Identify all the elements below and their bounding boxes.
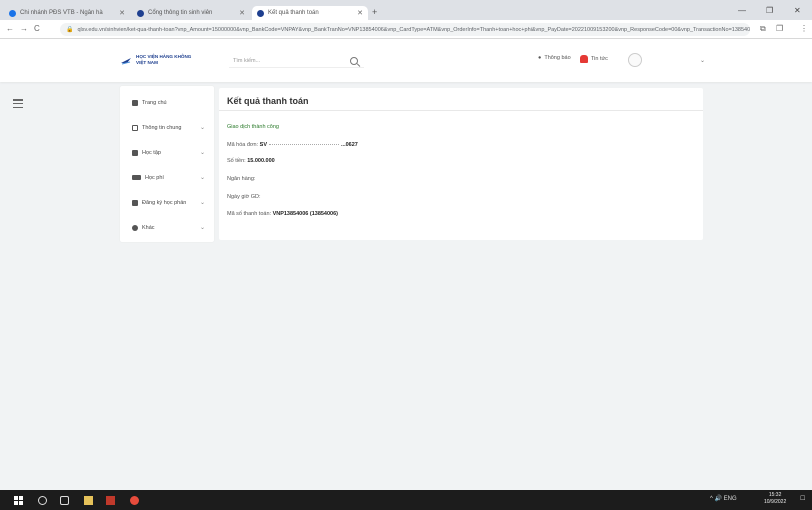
sidebar-item-label: Học phí — [145, 174, 164, 181]
sidebar-item-home[interactable]: Trang chủ — [120, 90, 214, 115]
datetime-row: Ngày giờ GD: — [227, 194, 261, 200]
megaphone-icon: ● — [538, 55, 542, 61]
row-value: 15.000.000 — [247, 158, 275, 164]
bell-icon — [580, 55, 588, 63]
sidebar-item-label: Thông tin chung — [142, 124, 182, 131]
payment-code-row: Mã số thanh toán: VNP13854006 (13854006) — [227, 211, 338, 217]
system-clock[interactable]: 15:32 10/9/2022 — [764, 492, 786, 506]
tuition-icon — [132, 175, 141, 180]
sidebar-item-general-info[interactable]: Thông tin chung ⌄ — [120, 115, 214, 140]
row-label: Mã số thanh toán: — [227, 211, 272, 217]
tab-search-icon[interactable]: ❐ — [776, 24, 783, 33]
row-value: SV — [259, 142, 268, 148]
menu-toggle-icon[interactable] — [13, 99, 23, 108]
avatar[interactable] — [628, 53, 642, 67]
windows-start-icon[interactable] — [12, 494, 24, 506]
header-link-label: Thông báo — [544, 55, 571, 61]
clock-date: 10/9/2022 — [764, 499, 787, 505]
tab-favicon-icon — [257, 9, 264, 17]
browser-tab[interactable]: Chi nhánh PĐS VTB - Ngân hà ✕ — [4, 6, 130, 20]
row-value-suffix: ...0627 — [341, 142, 358, 148]
home-icon — [132, 99, 138, 106]
chevron-down-icon: ⌄ — [199, 200, 205, 206]
logo-text-line2: VIỆT NAM — [136, 60, 158, 65]
reload-icon[interactable]: C — [34, 24, 40, 33]
header-link-news[interactable]: Tin tức — [580, 55, 608, 63]
payment-result-card: Kết quả thanh toán Giao dịch thành công … — [219, 88, 703, 240]
header-link-notifications[interactable]: ● Thông báo — [538, 55, 571, 61]
transaction-status: Giao dịch thành công — [227, 124, 279, 130]
close-tab-icon[interactable]: ✕ — [357, 9, 363, 17]
graduation-cap-icon — [132, 149, 138, 156]
chrome-icon[interactable] — [128, 494, 140, 506]
close-tab-icon[interactable]: ✕ — [239, 9, 245, 17]
browser-tab-active[interactable]: Kết quả thanh toán ✕ — [252, 6, 368, 20]
url-text[interactable]: qlsv.edu.vn/sinhvien/ket-qua-thanh-toan?… — [77, 27, 750, 33]
row-value: VNP13854006 (13854006) — [272, 211, 339, 217]
file-explorer-icon[interactable] — [82, 494, 94, 506]
tab-label: Chi nhánh PĐS VTB - Ngân hà — [20, 10, 103, 16]
window-maximize-icon[interactable]: ❐ — [766, 6, 773, 15]
extensions-icon[interactable]: ⧉ — [760, 24, 766, 34]
app-icon[interactable] — [104, 494, 116, 506]
info-icon — [132, 124, 138, 131]
invoice-row: Mã hóa đơn: SV ...0627 — [227, 142, 358, 148]
divider — [219, 110, 703, 111]
lock-icon: 🔒 — [66, 27, 74, 33]
taskbar: ^ 🔊 ENG 15:32 10/9/2022 ☐ — [0, 490, 812, 510]
task-view-icon[interactable] — [58, 494, 70, 506]
search-icon[interactable] — [350, 57, 358, 65]
sidebar-item-other[interactable]: Khác ⌄ — [120, 215, 214, 240]
back-icon[interactable]: ← — [6, 24, 14, 33]
site-header: HỌC VIỆN HÀNG KHÔNG VIỆT NAM Tìm kiếm...… — [0, 39, 812, 82]
bank-row: Ngân hàng: — [227, 176, 255, 182]
sidebar-item-course-registration[interactable]: Đăng ký học phần ⌄ — [120, 190, 214, 215]
window-close-icon[interactable]: ✕ — [794, 6, 801, 15]
search-icon[interactable] — [36, 494, 48, 506]
registration-icon — [132, 199, 138, 206]
address-bar[interactable]: 🔒 qlsv.edu.vn/sinhvien/ket-qua-thanh-toa… — [60, 23, 750, 36]
tab-favicon-icon — [9, 9, 16, 17]
redacted-mark — [269, 144, 340, 146]
close-tab-icon[interactable]: ✕ — [119, 9, 125, 17]
browser-tab-strip: Chi nhánh PĐS VTB - Ngân hà ✕ Cổng thông… — [0, 0, 812, 20]
sidebar-item-label: Học tập — [142, 149, 161, 156]
chevron-down-icon: ⌄ — [199, 150, 205, 156]
page-title: Kết quả thanh toán — [227, 96, 309, 106]
notification-icon[interactable]: ☐ — [800, 495, 805, 502]
sidebar-item-study[interactable]: Học tập ⌄ — [120, 140, 214, 165]
sidebar-item-label: Đăng ký học phần — [142, 199, 187, 206]
amount-row: Số tiền: 15.000.000 — [227, 158, 275, 164]
site-logo[interactable]: HỌC VIỆN HÀNG KHÔNG VIỆT NAM — [120, 54, 191, 66]
chevron-down-icon[interactable]: ⌄ — [700, 57, 705, 64]
airplane-logo-icon — [121, 58, 131, 65]
browser-menu-icon[interactable]: ⋮ — [800, 24, 808, 33]
chevron-down-icon: ⌄ — [199, 225, 205, 231]
sidebar-item-label: Khác — [142, 224, 155, 231]
tab-label: Cổng thông tin sinh viên — [148, 10, 213, 16]
search-input[interactable]: Tìm kiếm... — [229, 58, 350, 64]
tab-label: Kết quả thanh toán — [268, 10, 319, 16]
row-label: Mã hóa đơn: — [227, 142, 259, 148]
clock-time: 15:32 — [768, 492, 782, 498]
tab-favicon-icon — [137, 9, 144, 17]
sidebar-item-label: Trang chủ — [142, 99, 167, 106]
header-link-label: Tin tức — [591, 56, 608, 62]
browser-toolbar: ← → C 🔒 qlsv.edu.vn/sinhvien/ket-qua-tha… — [0, 20, 812, 39]
chevron-down-icon: ⌄ — [199, 175, 205, 181]
site-search[interactable]: Tìm kiếm... — [229, 55, 364, 68]
row-label: Ngày giờ GD: — [227, 194, 261, 200]
other-icon — [132, 224, 138, 231]
row-label: Số tiền: — [227, 158, 246, 164]
chevron-down-icon: ⌄ — [199, 125, 205, 131]
browser-tab[interactable]: Cổng thông tin sinh viên ✕ — [132, 6, 250, 20]
new-tab-icon[interactable]: + — [372, 7, 377, 17]
window-minimize-icon[interactable]: — — [738, 6, 746, 15]
sidebar-item-tuition[interactable]: Học phí ⌄ — [120, 165, 214, 190]
sidebar: Trang chủ Thông tin chung ⌄ Học tập ⌄ Họ… — [120, 86, 214, 242]
row-label: Ngân hàng: — [227, 176, 256, 182]
system-tray[interactable]: ^ 🔊 ENG — [710, 495, 737, 502]
forward-icon[interactable]: → — [20, 24, 28, 33]
